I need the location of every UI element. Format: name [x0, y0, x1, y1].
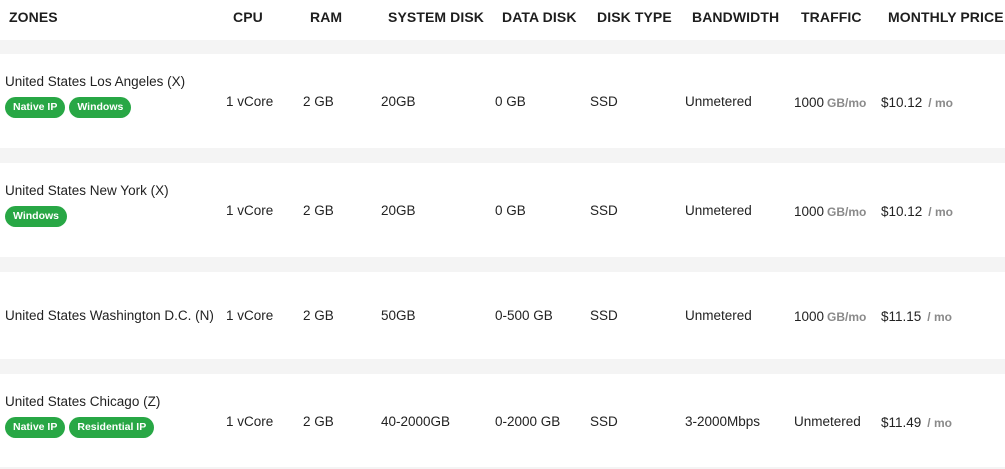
- table-row[interactable]: United States Los Angeles (X) Native IP …: [0, 54, 1005, 148]
- header-zones: ZONES: [9, 9, 58, 25]
- price-amount: $10.12: [881, 95, 923, 110]
- system-disk-value: 20GB: [381, 203, 416, 218]
- header-monthly-price: MONTHLY PRICE: [888, 9, 1004, 25]
- tag-badge: Windows: [69, 97, 132, 118]
- table-row[interactable]: United States New York (X) Windows 1 vCo…: [0, 163, 1005, 257]
- zone-name: United States Los Angeles (X): [5, 74, 186, 89]
- price-unit: / mo: [927, 416, 952, 430]
- price-value: $11.15 / mo: [881, 309, 952, 324]
- price-amount: $11.15: [881, 309, 922, 324]
- tag-badge: Native IP: [5, 97, 66, 118]
- ram-value: 2 GB: [303, 203, 334, 218]
- price-unit: / mo: [927, 310, 952, 324]
- traffic-amount: 1000: [794, 309, 825, 324]
- disk-type-value: SSD: [590, 308, 618, 323]
- disk-type-value: SSD: [590, 414, 618, 429]
- price-unit: / mo: [928, 96, 953, 110]
- zone-tags: Windows: [5, 206, 67, 227]
- zone-name: United States Washington D.C. (N): [5, 308, 214, 323]
- traffic-unit: GB/mo: [827, 205, 867, 219]
- price-value: $10.12 / mo: [881, 204, 953, 219]
- system-disk-value: 40-2000GB: [381, 414, 451, 429]
- tag-badge: Windows: [5, 206, 67, 227]
- ram-value: 2 GB: [303, 308, 334, 323]
- tag-badge: Native IP: [5, 417, 66, 438]
- tag-badge: Residential IP: [69, 417, 155, 438]
- bandwidth-value: 3-2000Mbps: [685, 414, 761, 429]
- price-unit: / mo: [928, 205, 953, 219]
- bandwidth-value: Unmetered: [685, 94, 752, 109]
- cpu-value: 1 vCore: [226, 414, 274, 429]
- header-system-disk: SYSTEM DISK: [388, 9, 485, 25]
- header-bandwidth: BANDWIDTH: [692, 9, 780, 25]
- price-value: $11.49 / mo: [881, 415, 952, 430]
- header-disk-type: DISK TYPE: [597, 9, 672, 25]
- traffic-value: 1000 GB/mo: [794, 95, 866, 110]
- zone-tags: Native IP Residential IP: [5, 417, 155, 438]
- header-traffic: TRAFFIC: [801, 9, 862, 25]
- data-disk-value: 0-2000 GB: [495, 414, 561, 429]
- header-ram: RAM: [310, 9, 343, 25]
- data-disk-value: 0-500 GB: [495, 308, 553, 323]
- price-value: $10.12 / mo: [881, 95, 953, 110]
- cpu-value: 1 vCore: [226, 94, 274, 109]
- bandwidth-value: Unmetered: [685, 203, 752, 218]
- zone-tags: Native IP Windows: [5, 97, 132, 118]
- cpu-value: 1 vCore: [226, 308, 274, 323]
- system-disk-value: 50GB: [381, 308, 416, 323]
- traffic-amount: 1000: [794, 95, 825, 110]
- table-row[interactable]: United States Washington D.C. (N) 1 vCor…: [0, 272, 1005, 359]
- zone-name: United States New York (X): [5, 183, 169, 198]
- traffic-amount: 1000: [794, 204, 825, 219]
- traffic-value: 1000 GB/mo: [794, 309, 866, 324]
- traffic-value: 1000 GB/mo: [794, 204, 866, 219]
- header-data-disk: DATA DISK: [502, 9, 577, 25]
- disk-type-value: SSD: [590, 203, 618, 218]
- table-row[interactable]: United States Chicago (Z) Native IP Resi…: [0, 374, 1005, 467]
- cpu-value: 1 vCore: [226, 203, 274, 218]
- ram-value: 2 GB: [303, 94, 334, 109]
- bandwidth-value: Unmetered: [685, 308, 752, 323]
- data-disk-value: 0 GB: [495, 94, 526, 109]
- ram-value: 2 GB: [303, 414, 334, 429]
- header-cpu: CPU: [233, 9, 263, 25]
- price-amount: $10.12: [881, 204, 923, 219]
- price-amount: $11.49: [881, 415, 922, 430]
- traffic-value: Unmetered: [794, 414, 861, 429]
- zone-name: United States Chicago (Z): [5, 394, 161, 409]
- table-header: ZONES CPU RAM SYSTEM DISK DATA DISK DISK…: [0, 0, 1005, 40]
- system-disk-value: 20GB: [381, 94, 416, 109]
- data-disk-value: 0 GB: [495, 203, 526, 218]
- traffic-amount: Unmetered: [794, 414, 861, 429]
- traffic-unit: GB/mo: [827, 96, 867, 110]
- traffic-unit: GB/mo: [827, 310, 867, 324]
- disk-type-value: SSD: [590, 94, 618, 109]
